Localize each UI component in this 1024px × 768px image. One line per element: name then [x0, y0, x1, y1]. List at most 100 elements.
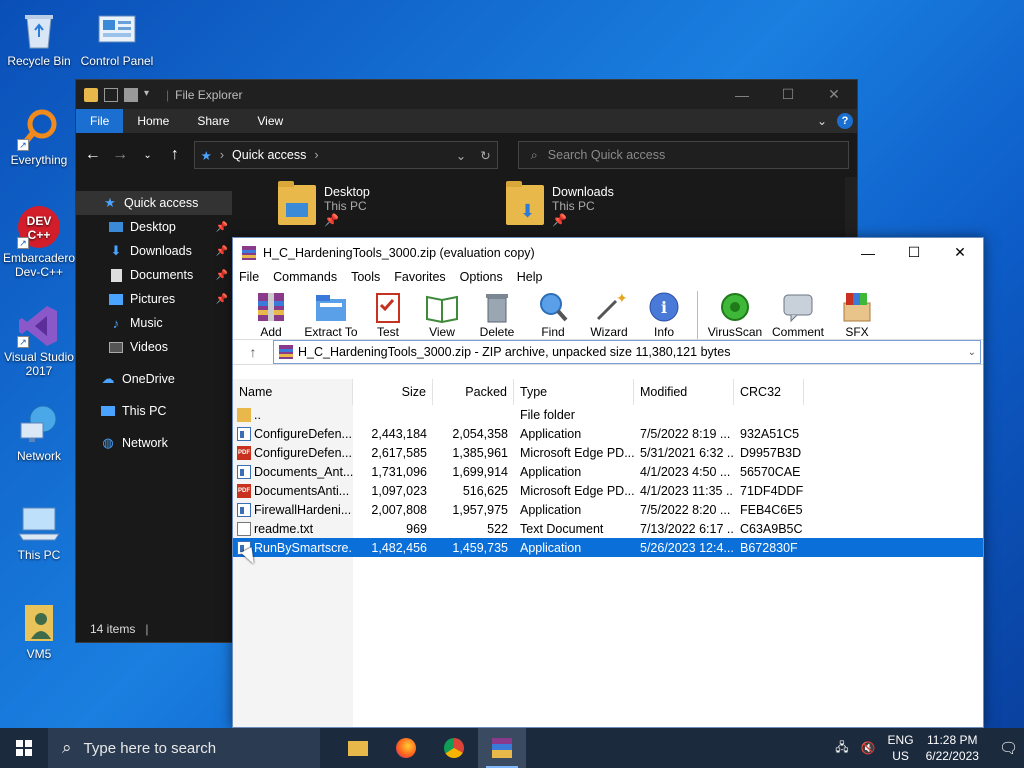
sidebar-item-music[interactable]: ♪ Music [76, 311, 232, 335]
column-packed[interactable]: Packed [433, 379, 514, 405]
chrome-icon [444, 738, 464, 758]
chevron-down-icon[interactable]: ⌄ [968, 347, 980, 358]
properties-icon[interactable] [104, 87, 118, 102]
column-type[interactable]: Type [514, 379, 634, 405]
maximize-button[interactable]: ☐ [765, 80, 811, 109]
table-row[interactable]: FirewallHardeni... 2,007,808 1,957,975 Appl… [233, 500, 983, 519]
desktop-icon-control-panel[interactable]: Control Panel [79, 8, 155, 68]
taskbar-file-explorer[interactable] [334, 728, 382, 768]
forward-arrow-icon[interactable]: → [111, 146, 128, 164]
delete-button[interactable]: Delete [469, 291, 525, 339]
column-modified[interactable]: Modified [634, 379, 734, 405]
desktop-icon-devcpp[interactable]: DEV C++ ↗ Embarcadero Dev-C++ [1, 205, 77, 279]
add-button[interactable]: Add [241, 291, 301, 339]
extract-to-button[interactable]: Extract To [301, 291, 361, 339]
table-row[interactable]: readme.txt 969 522 Text Document 7/13/2022 6… [233, 519, 983, 538]
recent-locations-icon[interactable]: ⌄ [139, 150, 156, 161]
menu-tools[interactable]: Tools [351, 270, 380, 284]
pin-icon[interactable]: 📌 [216, 294, 228, 305]
sidebar-item-downloads[interactable]: ⬇ Downloads 📌 [76, 239, 232, 263]
tab-share[interactable]: Share [183, 109, 243, 133]
taskbar-firefox[interactable] [382, 728, 430, 768]
table-row[interactable]: ConfigureDefen... 2,443,184 2,054,358 Appli… [233, 424, 983, 443]
desktop-icon-this-pc[interactable]: This PC [1, 502, 77, 562]
taskbar-chrome[interactable] [430, 728, 478, 768]
sidebar-item-this-pc[interactable]: This PC [76, 399, 232, 423]
video-icon [108, 340, 124, 354]
maximize-button[interactable]: ☐ [891, 238, 937, 267]
cell-modified: 7/5/2022 8:20 ... [640, 502, 731, 517]
minimize-button[interactable]: — [845, 238, 891, 267]
start-button[interactable] [0, 728, 48, 768]
table-row[interactable]: .. File folder [233, 405, 983, 424]
table-row[interactable]: PDF DocumentsAnti... 1,097,023 516,625 Micro… [233, 481, 983, 500]
column-name[interactable]: Name [233, 379, 353, 405]
menu-options[interactable]: Options [460, 270, 503, 284]
view-button[interactable]: View [415, 291, 469, 339]
menu-commands[interactable]: Commands [273, 270, 337, 284]
comment-button[interactable]: Comment [766, 291, 830, 339]
taskbar-winrar[interactable] [478, 728, 526, 768]
desktop-icon-recycle-bin[interactable]: Recycle Bin [1, 8, 77, 68]
menu-favorites[interactable]: Favorites [394, 270, 445, 284]
sidebar-item-documents[interactable]: Documents 📌 [76, 263, 232, 287]
menu-file[interactable]: File [239, 270, 259, 284]
desktop-icon-vm5[interactable]: VM5 [1, 601, 77, 661]
desktop-icon-network[interactable]: Network [1, 403, 77, 463]
language-indicator[interactable]: ENG US [888, 732, 914, 764]
sfx-button[interactable]: SFX [830, 291, 884, 339]
tab-view[interactable]: View [243, 109, 297, 133]
back-arrow-icon[interactable]: ← [84, 146, 101, 164]
chevron-down-icon[interactable]: ▾ [144, 88, 158, 102]
desktop-icon-visual-studio[interactable]: ↗ Visual Studio 2017 [1, 304, 77, 378]
up-arrow-icon[interactable]: ↑ [233, 344, 273, 360]
desktop-icon-everything[interactable]: ↗ Everything [1, 107, 77, 167]
table-row[interactable]: PDF ConfigureDefen... 2,617,585 1,385,961 Mi… [233, 443, 983, 462]
music-note-icon: ♪ [112, 315, 120, 331]
help-icon[interactable]: ? [837, 113, 853, 129]
virusscan-button[interactable]: VirusScan [704, 291, 766, 339]
network-status-icon[interactable]: 🖧 [835, 738, 848, 759]
sidebar-item-network[interactable]: ◍ Network [76, 431, 232, 455]
archive-path-dropdown[interactable]: H_C_HardeningTools_3000.zip - ZIP archiv… [273, 340, 981, 364]
volume-muted-icon[interactable]: 🔇 [861, 741, 876, 755]
clock[interactable]: 11:28 PM 6/22/2023 [926, 732, 979, 764]
menu-help[interactable]: Help [517, 270, 543, 284]
close-button[interactable]: ✕ [937, 238, 983, 267]
minimize-button[interactable]: — [719, 80, 765, 109]
refresh-icon[interactable]: ↻ [480, 148, 490, 163]
table-row[interactable]: RunBySmartscre... 1,482,456 1,459,735 Appli… [233, 538, 983, 557]
sidebar-item-quick-access[interactable]: ★ Quick access [76, 191, 232, 215]
test-button[interactable]: Test [361, 291, 415, 339]
column-crc32[interactable]: CRC32 [734, 379, 804, 405]
sidebar-item-pictures[interactable]: Pictures 📌 [76, 287, 232, 311]
chevron-down-icon[interactable]: ⌄ [817, 114, 827, 128]
close-button[interactable]: ✕ [811, 80, 857, 109]
new-folder-icon[interactable] [124, 87, 138, 102]
address-bar[interactable]: ★ › Quick access › ⌄ ↻ [193, 141, 498, 169]
info-button[interactable]: i Info [637, 291, 691, 339]
pin-icon[interactable]: 📌 [216, 270, 228, 281]
column-size[interactable]: Size [353, 379, 433, 405]
cell-crc32: C63A9B5C [740, 521, 803, 536]
notification-icon[interactable]: 🗨 [999, 739, 1018, 757]
wizard-button[interactable]: ✦ Wizard [581, 291, 637, 339]
sidebar-item-onedrive[interactable]: ☁ OneDrive [76, 367, 232, 391]
quick-access-tile-desktop[interactable]: Desktop This PC 📌 [278, 181, 370, 227]
cell-crc32: 56570CAE [740, 464, 801, 479]
search-icon: ⌕ [530, 147, 538, 162]
quick-access-tile-downloads[interactable]: ⬇ Downloads This PC 📌 [506, 181, 614, 227]
sidebar-item-videos[interactable]: Videos [76, 335, 232, 359]
search-input[interactable]: ⌕ Search Quick access [517, 141, 849, 169]
chevron-down-icon[interactable]: ⌄ [456, 148, 466, 163]
tab-home[interactable]: Home [123, 109, 183, 133]
pin-icon[interactable]: 📌 [216, 222, 228, 233]
find-button[interactable]: Find [525, 291, 581, 339]
pin-icon[interactable]: 📌 [216, 246, 228, 257]
tab-file[interactable]: File [76, 109, 124, 133]
desktop-icon-label: Recycle Bin [7, 54, 71, 68]
taskbar-search-input[interactable]: ⌕ Type here to search [48, 728, 320, 768]
sidebar-item-desktop[interactable]: Desktop 📌 [76, 215, 232, 239]
up-arrow-icon[interactable]: ↑ [166, 146, 183, 164]
table-row[interactable]: Documents_Ant... 1,731,096 1,699,914 Applic… [233, 462, 983, 481]
